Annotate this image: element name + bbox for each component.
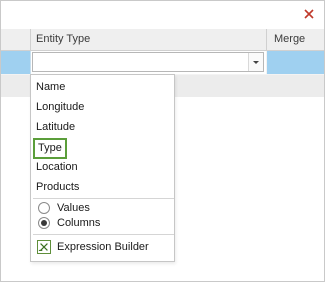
divider xyxy=(33,198,174,199)
column-header-entity-type[interactable]: Entity Type xyxy=(31,29,267,51)
fields-grid: Entity Type Merge xyxy=(1,29,324,97)
columns-radio[interactable] xyxy=(38,217,50,229)
close-icon[interactable] xyxy=(301,6,317,22)
entity-type-dropdown-list: Name Longitude Latitude Type Location Pr… xyxy=(30,74,175,262)
chevron-down-icon[interactable] xyxy=(248,53,263,71)
column-header-label: Merge xyxy=(274,33,306,45)
list-item[interactable]: Products xyxy=(36,177,79,197)
values-radio-label[interactable]: Values xyxy=(57,201,90,215)
list-item[interactable]: Name xyxy=(36,77,65,97)
expression-builder-icon[interactable] xyxy=(37,240,51,254)
entity-type-combobox[interactable] xyxy=(32,52,264,72)
dialog: Entity Type Merge Name Longitude Latitud… xyxy=(0,0,325,282)
divider xyxy=(33,234,174,235)
list-item-selected[interactable]: Type xyxy=(33,138,67,159)
row-selector[interactable] xyxy=(1,51,31,74)
expression-builder-label[interactable]: Expression Builder xyxy=(57,240,149,254)
values-radio[interactable] xyxy=(38,202,50,214)
merge-cell[interactable] xyxy=(267,51,324,74)
list-item[interactable]: Latitude xyxy=(36,117,75,137)
list-item[interactable]: Location xyxy=(36,157,78,177)
list-item[interactable]: Longitude xyxy=(36,97,84,117)
row-header-column xyxy=(1,29,31,51)
column-header-label: Entity Type xyxy=(36,33,91,45)
columns-radio-label[interactable]: Columns xyxy=(57,216,100,230)
column-header-merge[interactable]: Merge xyxy=(267,29,324,51)
